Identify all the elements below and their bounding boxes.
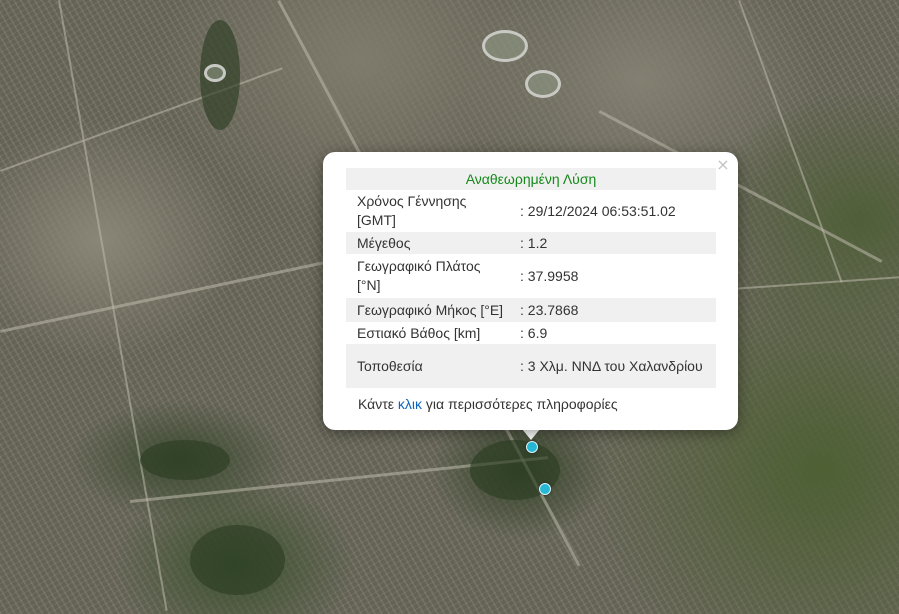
park-area bbox=[190, 525, 285, 595]
location-value: : 3 Χλμ. ΝΝΔ του Χαλανδρίου bbox=[518, 344, 716, 388]
earthquake-marker[interactable] bbox=[526, 441, 538, 453]
magnitude-label: Μέγεθος bbox=[346, 232, 518, 254]
stadium bbox=[525, 70, 561, 98]
more-info-suffix: για περισσότερες πληροφορίες bbox=[422, 396, 618, 412]
road bbox=[738, 0, 843, 283]
more-info-prefix: Κάντε bbox=[358, 396, 398, 412]
origin-time-label: Χρόνος Γέννησης [GMT] bbox=[357, 193, 467, 228]
more-info-link[interactable]: κλικ bbox=[398, 396, 422, 412]
popup-tip bbox=[522, 429, 540, 440]
stadium bbox=[204, 64, 226, 82]
location-label: Τοποθεσία bbox=[346, 344, 518, 388]
close-button[interactable]: × bbox=[714, 156, 732, 174]
origin-time-value: : 29/12/2024 06:53:51.02 bbox=[520, 202, 676, 219]
longitude-label: Γεωγραφικό Μήκος [°E] bbox=[346, 298, 518, 322]
latitude-label: Γεωγραφικό Πλάτος [°N] bbox=[357, 258, 481, 293]
latitude-value: : 37.9958 bbox=[520, 267, 579, 284]
park-area bbox=[140, 440, 230, 480]
more-info-text: Κάντε κλικ για περισσότερες πληροφορίες bbox=[358, 396, 618, 412]
popup-title: Αναθεωρημένη Λύση bbox=[346, 168, 716, 190]
earthquake-details-table: Αναθεωρημένη Λύση Χρόνος Γέννησης [GMT] … bbox=[346, 168, 716, 388]
stadium bbox=[482, 30, 528, 62]
earthquake-info-popup: × Αναθεωρημένη Λύση Χρόνος Γέννησης [GMT… bbox=[323, 152, 738, 430]
road bbox=[58, 0, 168, 611]
earthquake-marker[interactable] bbox=[539, 483, 551, 495]
depth-value: : 6.9 bbox=[520, 324, 548, 341]
road bbox=[0, 67, 283, 172]
longitude-value: : 23.7868 bbox=[518, 298, 716, 322]
depth-label: Εστιακό Βάθος [km] bbox=[357, 324, 481, 341]
magnitude-value: : 1.2 bbox=[518, 232, 716, 254]
